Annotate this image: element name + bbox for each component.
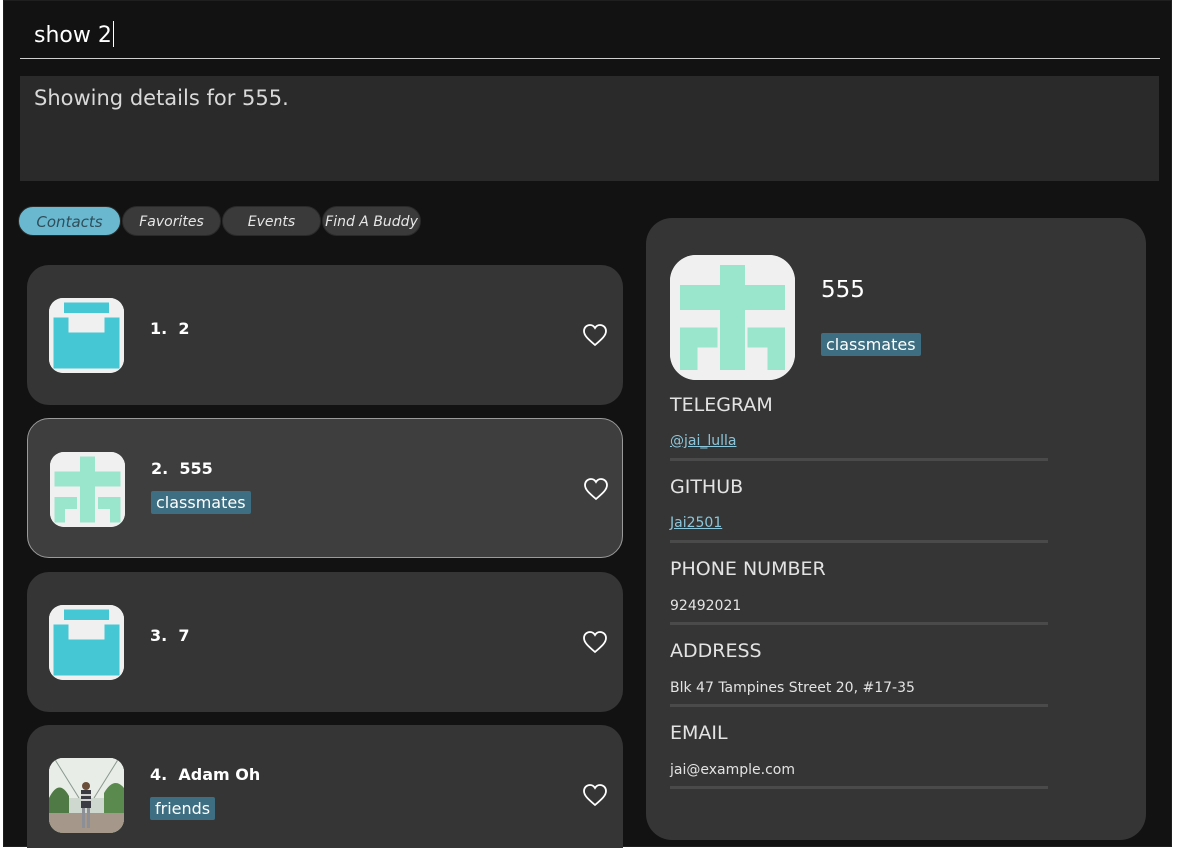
contact-card[interactable]: 1. 2: [27, 265, 623, 405]
result-display: Showing details for 555.: [20, 76, 1159, 181]
contact-detail-panel: 555 classmates TELEGRAM @jai_lulla GITHU…: [646, 218, 1146, 840]
contact-card[interactable]: 3. 7: [27, 572, 623, 712]
text-caret: [112, 21, 114, 47]
github-label: GITHUB: [670, 476, 744, 498]
contact-card[interactable]: 4. Adam Oh friends: [27, 725, 623, 848]
contact-name: 4. Adam Oh: [150, 765, 261, 784]
detail-name: 555: [821, 277, 865, 303]
tab-favorites[interactable]: Favorites: [122, 206, 221, 236]
detail-tag-badge: classmates: [821, 333, 921, 356]
command-box[interactable]: show 2: [20, 13, 1160, 59]
divider: [670, 704, 1048, 707]
divider: [670, 622, 1048, 625]
telegram-label: TELEGRAM: [670, 394, 773, 416]
command-input[interactable]: show 2: [34, 21, 114, 48]
contact-name: 1. 2: [150, 319, 190, 338]
contact-name: 2. 555: [151, 459, 213, 478]
heart-icon[interactable]: [582, 323, 608, 347]
divider: [670, 458, 1048, 461]
tag-badge: friends: [150, 797, 216, 820]
tab-find-a-buddy[interactable]: Find A Buddy: [322, 206, 421, 236]
heart-icon[interactable]: [582, 630, 608, 654]
tab-events[interactable]: Events: [222, 206, 321, 236]
contact-card-selected[interactable]: 2. 555 classmates: [27, 418, 623, 558]
avatar: [50, 452, 125, 527]
phone-label: PHONE NUMBER: [670, 558, 826, 580]
email-label: EMAIL: [670, 722, 728, 744]
telegram-link[interactable]: @jai_lulla: [670, 433, 736, 449]
avatar: [49, 605, 124, 680]
address-label: ADDRESS: [670, 640, 762, 662]
phone-value: 92492021: [670, 598, 742, 614]
divider: [670, 540, 1048, 543]
divider: [670, 786, 1048, 789]
tag-badge: classmates: [151, 491, 251, 514]
avatar: [49, 298, 124, 373]
avatar-photo: [49, 758, 124, 833]
app-window: show 2 Showing details for 555. Contacts…: [3, 0, 1172, 848]
heart-icon[interactable]: [582, 783, 608, 807]
contact-name: 3. 7: [150, 626, 190, 645]
heart-icon[interactable]: [583, 477, 609, 501]
email-value: jai@example.com: [670, 762, 795, 778]
detail-avatar: [670, 255, 795, 380]
tab-contacts[interactable]: Contacts: [18, 206, 121, 236]
result-text: Showing details for 555.: [34, 86, 289, 110]
address-value: Blk 47 Tampines Street 20, #17-35: [670, 680, 915, 696]
github-link[interactable]: Jai2501: [670, 515, 722, 531]
